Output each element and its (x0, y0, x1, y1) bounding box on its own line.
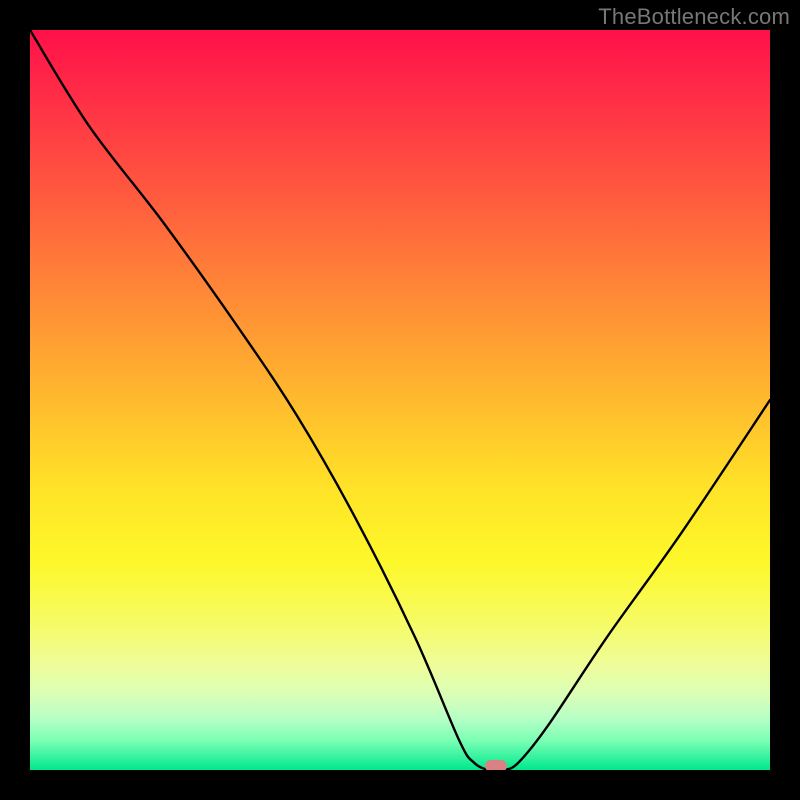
optimal-marker (485, 760, 507, 770)
chart-frame: TheBottleneck.com (0, 0, 800, 800)
bottleneck-curve-path (30, 30, 770, 770)
bottleneck-curve-svg (30, 30, 770, 770)
watermark-text: TheBottleneck.com (598, 4, 790, 30)
plot-area (30, 30, 770, 770)
